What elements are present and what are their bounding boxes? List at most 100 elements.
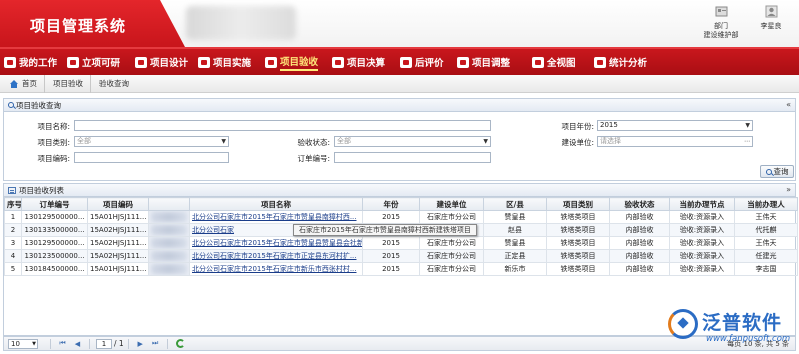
department-value: 建设维护部 — [703, 31, 739, 39]
table-row[interactable]: 1 130129500000... 15A01HJSJ111... 北分公司石家… — [4, 210, 798, 224]
home-icon — [10, 79, 18, 88]
redacted-cell — [148, 223, 190, 237]
project-name-link[interactable]: 北分公司石家庄市2015年石家庄市赞皇县南獐村西... — [189, 210, 363, 224]
divider — [127, 338, 129, 349]
project-code-label: 项目编码: — [37, 154, 70, 163]
top-header: 项目管理系统 部门 建设维护部 李星良 — [0, 0, 799, 47]
project-category-select[interactable]: 全部 ▼ — [74, 136, 229, 147]
last-page-icon[interactable]: ⏭ — [151, 339, 160, 348]
nav-icon — [67, 56, 79, 68]
column-header[interactable]: 当前办理节点 — [669, 197, 735, 211]
project-code-input[interactable] — [74, 152, 229, 163]
search-icon — [8, 102, 14, 108]
column-header[interactable]: 序号 — [4, 197, 22, 211]
dropdown-arrow-icon: ▼ — [745, 122, 750, 129]
breadcrumb: 首页 项目验收 验收查询 — [0, 74, 799, 93]
redacted-cell — [148, 249, 190, 263]
divider — [89, 338, 90, 349]
redacted-cell — [148, 210, 190, 224]
column-header[interactable]: 年份 — [362, 197, 420, 211]
user-button[interactable]: 李星良 — [752, 5, 790, 31]
table-row[interactable]: 4 130123500000... 15A02HJSJ111... 北分公司石家… — [4, 249, 798, 263]
nav-icon — [135, 56, 147, 68]
pagination-bar: 10 ▼ ⏮ ◀ 1 / 1 ▶ ⏭ 每页 10 条, 共 5 条 — [3, 336, 796, 351]
nav-project-settlement[interactable]: 项目决算 — [332, 53, 385, 71]
project-year-label: 项目年份: — [561, 122, 594, 131]
double-chevron-up-icon[interactable]: « — [786, 100, 791, 109]
nav-project-acceptance[interactable]: 项目验收 — [265, 53, 319, 71]
department-icon — [715, 6, 727, 17]
nav-full-view[interactable]: 全视图 — [532, 53, 576, 71]
column-header[interactable]: 验收状态 — [609, 197, 670, 211]
project-name-input[interactable] — [74, 120, 491, 131]
redacted-cell — [148, 262, 190, 276]
column-header[interactable]: 订单编号 — [21, 197, 88, 211]
nav-project-implementation[interactable]: 项目实施 — [198, 53, 251, 71]
nav-icon — [400, 56, 412, 68]
total-pages: / 1 — [114, 339, 124, 348]
nav-project-approval[interactable]: 立项可研 — [67, 53, 120, 71]
page-size-select[interactable]: 10 ▼ — [8, 338, 38, 349]
column-header[interactable]: 项目类别 — [546, 197, 610, 211]
project-category-label: 项目类别: — [37, 138, 70, 147]
list-panel-header: 项目验收列表 » — [3, 183, 796, 197]
column-header[interactable]: 当前办理人 — [734, 197, 798, 211]
list-panel-title: 项目验收列表 — [19, 185, 64, 195]
page-info: 每页 10 条, 共 5 条 — [727, 340, 789, 348]
column-header[interactable]: 项目名称 — [189, 197, 363, 211]
search-icon — [765, 168, 772, 175]
current-page-input[interactable]: 1 — [96, 338, 112, 349]
search-panel-title: 项目验收查询 — [16, 100, 61, 110]
breadcrumb-acceptance[interactable]: 项目验收 — [49, 74, 91, 93]
nav-icon — [594, 56, 606, 68]
query-button[interactable]: 查询 — [760, 165, 794, 178]
order-number-input[interactable] — [334, 152, 491, 163]
column-header[interactable]: 项目编码 — [87, 197, 149, 211]
project-name-tooltip: 石家庄市2015年石家庄市赞皇县南獐村西新建铁塔项目 — [293, 224, 477, 236]
nav-post-evaluation[interactable]: 后评价 — [400, 53, 444, 71]
nav-icon — [265, 56, 277, 68]
search-panel-header: 项目验收查询 « — [3, 98, 796, 112]
prev-page-icon[interactable]: ◀ — [73, 339, 82, 348]
double-chevron-down-icon[interactable]: » — [786, 185, 791, 194]
project-name-link[interactable]: 北分公司石家庄市2015年石家庄市正定县东河村扩... — [189, 249, 363, 263]
nav-project-design[interactable]: 项目设计 — [135, 53, 188, 71]
project-name-link[interactable]: 北分公司石家庄市2015年石家庄市新乐市西张村村... — [189, 262, 363, 276]
acceptance-status-select[interactable]: 全部 ▼ — [334, 136, 491, 147]
dropdown-arrow-icon: ▼ — [32, 340, 36, 347]
nav-icon — [4, 56, 16, 68]
user-icon — [765, 5, 777, 18]
project-year-select[interactable]: 2015 ▼ — [597, 120, 753, 131]
table-row[interactable]: 3 130129500000... 15A02HJSJ111... 北分公司石家… — [4, 236, 798, 250]
blurred-banner — [186, 6, 296, 40]
department-label: 部门 — [714, 22, 728, 30]
more-icon: ⋯ — [744, 138, 750, 145]
nav-my-work[interactable]: 我的工作 — [4, 53, 57, 71]
first-page-icon[interactable]: ⏮ — [58, 339, 67, 348]
breadcrumb-home[interactable]: 首页 — [6, 74, 45, 93]
acceptance-table: 序号 订单编号 项目编码 项目名称 年份 建设单位 区/县 项目类别 验收状态 … — [4, 197, 798, 276]
order-number-label: 订单编号: — [297, 154, 330, 163]
user-name: 李星良 — [760, 22, 782, 30]
table-header-row: 序号 订单编号 项目编码 项目名称 年份 建设单位 区/县 项目类别 验收状态 … — [4, 197, 798, 211]
refresh-icon[interactable] — [175, 339, 185, 348]
dropdown-arrow-icon: ▼ — [483, 138, 488, 145]
column-header[interactable]: 建设单位 — [419, 197, 484, 211]
construction-unit-picker[interactable]: 请选择 ⋯ — [597, 136, 753, 147]
table-row[interactable]: 5 130184500000... 15A01HJSJ111... 北分公司石家… — [4, 262, 798, 276]
department-button[interactable]: 部门 建设维护部 — [698, 5, 744, 40]
next-page-icon[interactable]: ▶ — [136, 339, 145, 348]
project-name-link[interactable]: 北分公司石家庄市2015年石家庄市赞皇县赞皇县会社新... — [189, 236, 363, 250]
main-nav: 我的工作 立项可研 项目设计 项目实施 项目验收 项目决算 后评价 项目调整 全… — [0, 47, 799, 75]
acceptance-grid: 序号 订单编号 项目编码 项目名称 年份 建设单位 区/县 项目类别 验收状态 … — [3, 197, 798, 336]
column-header[interactable]: 区/县 — [483, 197, 547, 211]
nav-icon — [457, 56, 469, 68]
dropdown-arrow-icon: ▼ — [221, 138, 226, 145]
nav-icon — [332, 56, 344, 68]
app-title: 项目管理系统 — [30, 17, 127, 35]
column-header-blank — [148, 197, 190, 211]
nav-project-adjustment[interactable]: 项目调整 — [457, 53, 510, 71]
nav-statistics[interactable]: 统计分析 — [594, 53, 647, 71]
redacted-cell — [148, 236, 190, 250]
nav-icon — [532, 56, 544, 68]
